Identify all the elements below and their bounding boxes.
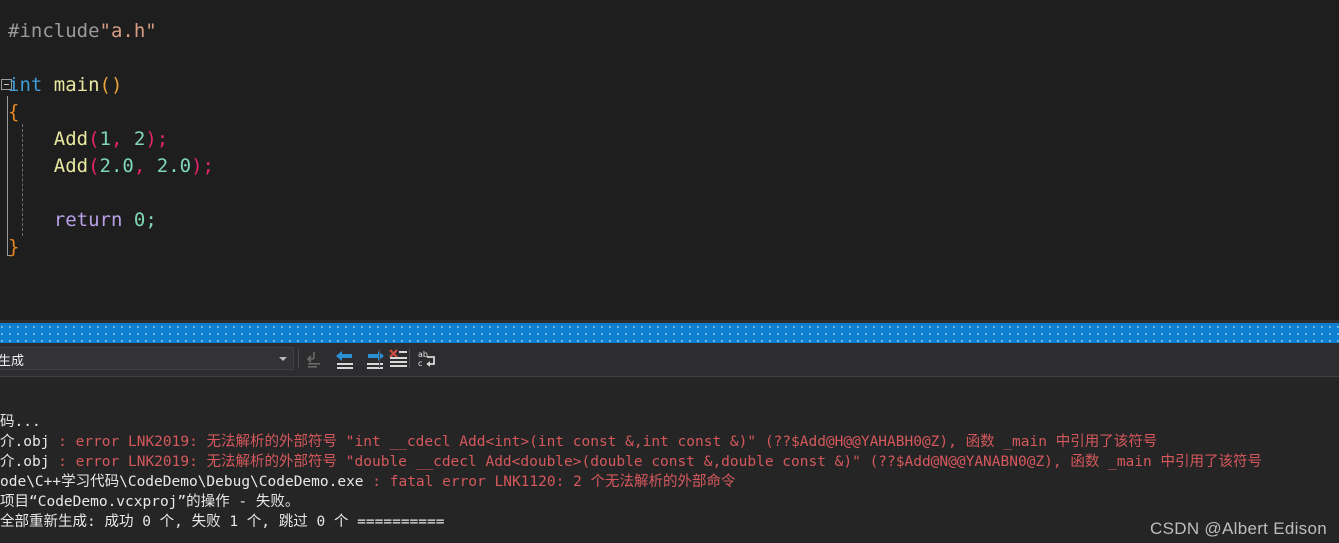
line-include: #include"a.h" xyxy=(8,18,157,45)
output-text-run: 介.obj xyxy=(0,434,59,450)
code-token: ( xyxy=(88,155,100,177)
code-token: ); xyxy=(191,155,214,177)
code-editor-pane[interactable]: #include"a.h" int main(){ Add(1, 2); Add(… xyxy=(0,0,1339,320)
line-add-double: Add(2.0, 2.0); xyxy=(8,153,214,180)
toolbar-separator xyxy=(298,349,299,368)
line-close-brace: } xyxy=(8,234,19,261)
svg-text:c: c xyxy=(418,359,422,368)
word-wrap-icon: ab c xyxy=(418,350,435,368)
toggle-word-wrap-button[interactable]: ab c xyxy=(415,347,439,371)
code-token: } xyxy=(8,236,20,258)
output-text-run: : error LNK2019: 无法解析的外部符号 "int __cdecl … xyxy=(58,434,1158,450)
code-token: ; xyxy=(145,209,157,231)
code-token: "a.h" xyxy=(99,20,157,42)
code-token: main xyxy=(53,74,100,96)
code-token: 2.0 xyxy=(156,155,192,177)
build-progress-band xyxy=(0,323,1339,343)
toolbar-separator xyxy=(409,349,410,368)
code-token: 2 xyxy=(133,128,146,150)
code-token: ( xyxy=(88,128,100,150)
output-line-code: 码... xyxy=(0,412,41,432)
output-window-toolbar[interactable]: 生成 ab c xyxy=(0,343,1339,377)
line-add-int: Add(1, 2); xyxy=(8,126,168,153)
code-token: 0 xyxy=(133,209,146,231)
code-token: #include xyxy=(8,20,100,42)
code-token: Add xyxy=(53,155,89,177)
line-open-brace: { xyxy=(8,99,19,126)
output-text-run: 项目“CodeDemo.vcxproj”的操作 - 失败。 xyxy=(0,494,300,510)
output-text-run: 介.obj xyxy=(0,454,59,470)
next-message-button[interactable] xyxy=(363,347,387,371)
output-source-dropdown-value: 生成 xyxy=(0,354,25,369)
toolbar-separator xyxy=(379,349,380,368)
previous-message-button[interactable] xyxy=(333,347,357,371)
line-return: return 0; xyxy=(8,207,157,234)
clear-all-icon xyxy=(389,349,407,367)
output-line-project-failed: 项目“CodeDemo.vcxproj”的操作 - 失败。 xyxy=(0,492,299,512)
code-token: return xyxy=(53,209,123,231)
svg-text:ab: ab xyxy=(418,350,428,359)
output-text-run: : fatal error LNK1120: 2 个无法解析的外部命令 xyxy=(372,474,736,490)
arrow-right-icon xyxy=(367,351,384,369)
code-token: Add xyxy=(53,128,89,150)
csdn-watermark: CSDN @Albert Edison xyxy=(1150,519,1327,538)
goto-message-icon xyxy=(306,352,320,368)
output-line-lnk2019-int: 介.obj : error LNK2019: 无法解析的外部符号 "int __… xyxy=(0,432,1157,452)
code-token: , xyxy=(133,155,146,177)
clear-output-button[interactable] xyxy=(385,347,409,371)
output-text-run: ode\C++学习代码\CodeDemo\Debug\CodeDemo.exe xyxy=(0,474,373,490)
output-source-dropdown[interactable]: 生成 xyxy=(0,347,294,370)
go-to-message-button[interactable] xyxy=(302,347,326,371)
output-line-rebuild-summary: 全部重新生成: 成功 0 个, 失败 1 个, 跳过 0 个 =========… xyxy=(0,512,444,532)
code-token: int xyxy=(8,74,43,96)
code-token: , xyxy=(111,128,123,150)
output-text-pane[interactable]: 码... 介.obj : error LNK2019: 无法解析的外部符号 "in… xyxy=(0,377,1339,543)
code-token: { xyxy=(8,101,20,123)
output-text-run: 码... xyxy=(0,414,41,430)
output-line-lnk2019-double: 介.obj : error LNK2019: 无法解析的外部符号 "double… xyxy=(0,452,1262,472)
code-token: ); xyxy=(145,128,169,150)
code-token: () xyxy=(99,74,123,96)
output-text-run: 全部重新生成: 成功 0 个, 失败 1 个, 跳过 0 个 =========… xyxy=(0,514,445,530)
output-text-run: : error LNK2019: 无法解析的外部符号 "double __cde… xyxy=(58,454,1262,470)
arrow-left-icon xyxy=(336,351,353,369)
line-main: int main() xyxy=(8,72,122,99)
code-token: 1 xyxy=(99,128,111,150)
code-token: 2.0 xyxy=(99,155,134,177)
output-line-lnk1120: ode\C++学习代码\CodeDemo\Debug\CodeDemo.exe … xyxy=(0,472,736,492)
chevron-down-icon[interactable] xyxy=(279,357,287,361)
